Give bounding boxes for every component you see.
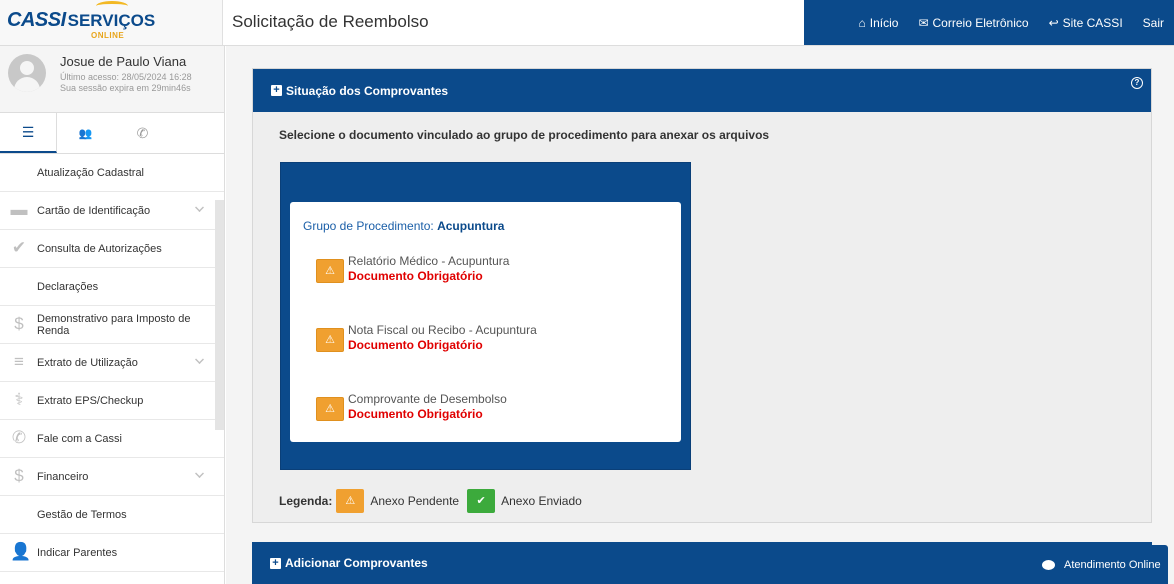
phone-icon: ✆ (11, 428, 27, 447)
dollar-icon: $ (14, 314, 24, 333)
warning-icon: ⚠ (316, 397, 344, 421)
sidebar-item[interactable]: $ Demonstrativo para Imposto de Renda (0, 306, 224, 344)
document-group-box: Grupo de Procedimento: Acupuntura ⚠ Rela… (280, 162, 691, 470)
document-name[interactable]: Relatório Médico - Acupuntura (348, 254, 509, 268)
plus-icon: + (271, 85, 282, 96)
sidebar: Josue de Paulo Viana Último acesso: 28/0… (0, 46, 225, 584)
sidebar-tabs: ☰ 👥 ✆ (0, 113, 224, 154)
nav-correio[interactable]: ✉ Correio Eletrônico (908, 0, 1038, 45)
logo-services-text: SERVIÇOS (67, 11, 156, 30)
document-status: Documento Obrigatório (348, 338, 483, 352)
sidebar-item[interactable]: $ Financeiro (0, 458, 224, 496)
user-panel: Josue de Paulo Viana Último acesso: 28/0… (0, 46, 224, 113)
last-access: Último acesso: 28/05/2024 16:28 (60, 72, 192, 82)
legend-label: Legenda: (279, 494, 333, 508)
page-title: Solicitação de Reembolso (232, 12, 429, 31)
logo-subtext: ONLINE (91, 31, 125, 40)
sidebar-item-label: Declarações (37, 280, 99, 293)
user-name: Josue de Paulo Viana (60, 54, 187, 69)
legend-sent: Anexo Enviado (501, 494, 582, 508)
help-icon[interactable]: ? (1131, 77, 1143, 89)
warning-icon: ⚠ (316, 328, 344, 352)
sidebar-item[interactable]: Atualização Cadastral (0, 154, 224, 192)
tab-phone[interactable]: ✆ (114, 113, 171, 153)
card-icon: ▬ (10, 200, 28, 219)
sidebar-item[interactable]: Gestão de Termos (0, 496, 224, 534)
main-content: + Situação dos Comprovantes ? Selecione … (226, 46, 1174, 584)
avatar (8, 54, 46, 92)
group-name: Acupuntura (437, 219, 505, 233)
envelope-icon: ✉ (918, 15, 929, 30)
stethoscope-icon: ⚕ (14, 390, 24, 409)
receipts-status-panel: + Situação dos Comprovantes ? Selecione … (252, 68, 1152, 523)
session-timer: Sua sessão expira em 29min46s (60, 83, 191, 93)
sidebar-item[interactable]: ✆ Fale com a Cassi (0, 420, 224, 458)
sidebar-item-label: Extrato de Utilização (37, 356, 138, 369)
home-icon: ⌂ (858, 15, 866, 30)
panel-header[interactable]: + Situação dos Comprovantes ? (253, 69, 1151, 112)
check-icon: ✔ (11, 238, 27, 257)
online-chat-button[interactable]: Atendimento Online (1030, 545, 1168, 584)
chevron-down-icon[interactable] (195, 203, 204, 212)
tab-menu[interactable]: ☰ (0, 113, 57, 153)
sidebar-scrollbar[interactable] (215, 200, 224, 430)
sidebar-menu: Atualização Cadastral ▬ Cartão de Identifi… (0, 154, 224, 572)
top-nav: ⌂ Início ✉ Correio Eletrônico ↩ Site CASSI … (804, 0, 1174, 45)
sidebar-item[interactable]: Declarações (0, 268, 224, 306)
sidebar-item[interactable]: ✔ Consulta de Autorizações (0, 230, 224, 268)
sidebar-item-label: Indicar Parentes (37, 546, 118, 559)
sidebar-item-label: Consulta de Autorizações (37, 242, 162, 255)
chat-bubble-icon (1042, 559, 1055, 570)
add-receipts-panel-header[interactable]: + Adicionar Comprovantes (252, 542, 1152, 584)
document-status: Documento Obrigatório (348, 407, 483, 421)
nav-site-cassi[interactable]: ↩ Site CASSI (1039, 0, 1133, 45)
chevron-down-icon[interactable] (195, 355, 204, 364)
tab-users[interactable]: 👥 (57, 113, 114, 153)
sidebar-item-label: Demonstrativo para Imposto de Renda (37, 312, 191, 337)
warning-icon: ⚠ (336, 489, 365, 513)
nav-inicio[interactable]: ⌂ Início (849, 0, 909, 45)
panel-title: Situação dos Comprovantes (286, 83, 449, 98)
reply-icon: ↩ (1048, 15, 1059, 30)
document-status: Documento Obrigatório (348, 269, 483, 283)
cassi-logo[interactable]: CASSI SERVIÇOS ONLINE (0, 0, 223, 46)
document-name[interactable]: Comprovante de Desembolso (348, 392, 507, 406)
check-icon: ✔ (467, 489, 496, 513)
users-icon: 👥 (78, 127, 93, 140)
sidebar-item-label: Extrato EPS/Checkup (37, 394, 144, 407)
chat-label: Atendimento Online (1064, 558, 1161, 571)
person-icon: 👤 (10, 542, 32, 561)
warning-icon: ⚠ (316, 259, 344, 283)
sidebar-item-label: Fale com a Cassi (37, 432, 122, 445)
legend: Legenda: ⚠ Anexo Pendente ✔ Anexo Enviad… (279, 489, 582, 513)
sidebar-item[interactable]: 👤 Indicar Parentes (0, 534, 224, 572)
sidebar-item-label: Atualização Cadastral (37, 166, 145, 179)
sidebar-item[interactable]: ⚕ Extrato EPS/Checkup (0, 382, 224, 420)
dollar-icon: $ (14, 466, 24, 485)
sidebar-item-label: Cartão de Identificação (37, 204, 151, 217)
sidebar-item-label: Financeiro (37, 470, 89, 483)
document-name[interactable]: Nota Fiscal ou Recibo - Acupuntura (348, 323, 537, 337)
logo-text: CASSI (7, 9, 66, 31)
chevron-down-icon[interactable] (195, 469, 204, 478)
sidebar-item[interactable]: ▬ Cartão de Identificação (0, 192, 224, 230)
legend-pending: Anexo Pendente (370, 494, 460, 508)
panel2-title: Adicionar Comprovantes (285, 556, 428, 570)
document-card: Grupo de Procedimento: Acupuntura ⚠ Rela… (290, 202, 681, 442)
list-icon: ≡ (14, 352, 24, 371)
header: CASSI SERVIÇOS ONLINE Solicitação de Reem… (0, 0, 1174, 46)
sidebar-item[interactable]: ≡ Extrato de Utilização (0, 344, 224, 382)
group-label: Grupo de Procedimento: Acupuntura (303, 219, 505, 233)
sidebar-item-label: Gestão de Termos (37, 508, 127, 521)
plus-icon: + (270, 557, 281, 569)
user-info: Último acesso: 28/05/2024 16:28 Sua sess… (60, 72, 192, 94)
menu-icon: ☰ (21, 123, 35, 140)
instruction-text: Selecione o documento vinculado ao grupo… (279, 128, 770, 142)
nav-sair[interactable]: Sair (1133, 0, 1174, 45)
phone-icon: ✆ (136, 124, 149, 141)
